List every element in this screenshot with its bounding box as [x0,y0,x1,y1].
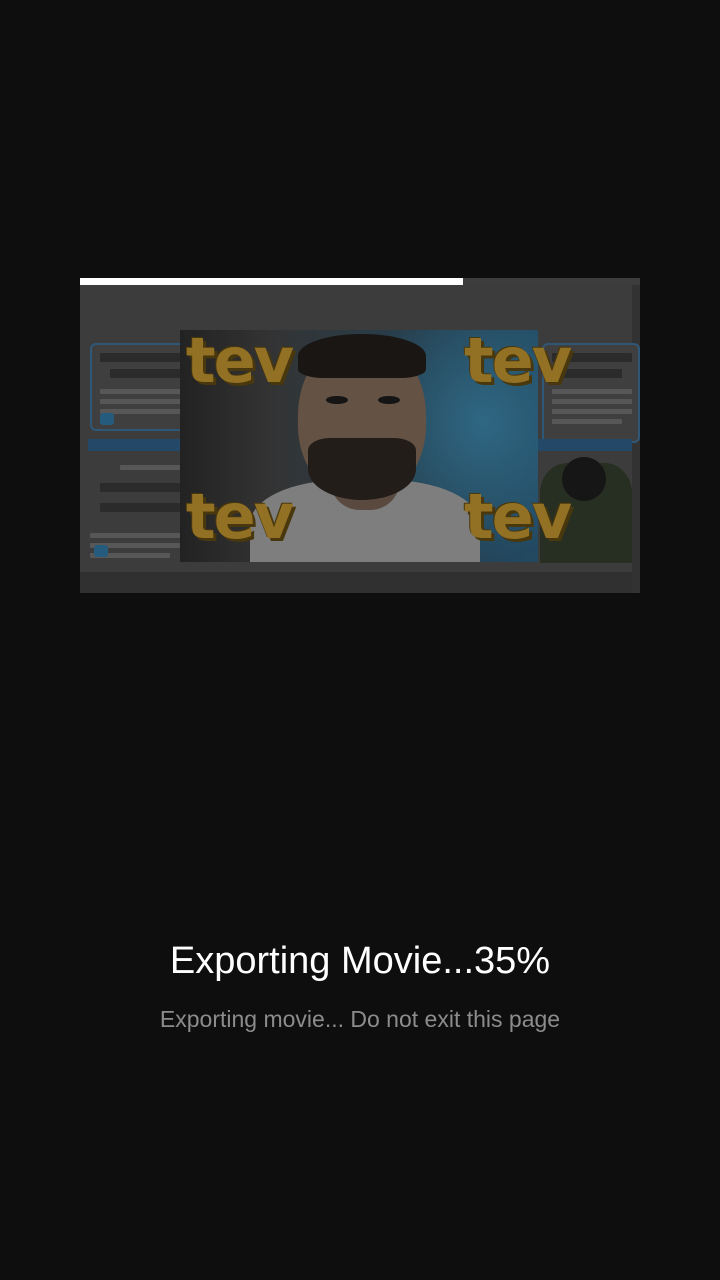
export-warning-text: Exporting movie... Do not exit this page [159,1006,561,1032]
video-preview: tev tev tev tev [80,278,640,593]
preview-bottom-strip [80,572,632,593]
export-progress-top [80,278,463,285]
watermark-bottom-left: tev [186,480,294,553]
masthead-stripe-left [88,439,180,451]
export-screen: tev tev tev tev Exporting Movie...35% Ex… [0,0,720,1280]
watermark-top-right: tev [464,324,572,397]
masthead-stripe-right [538,439,632,451]
watermark-top-left: tev [186,324,294,397]
watermark-bottom-right: tev [464,480,572,553]
export-progress-title: Exporting Movie...35% [169,940,551,982]
